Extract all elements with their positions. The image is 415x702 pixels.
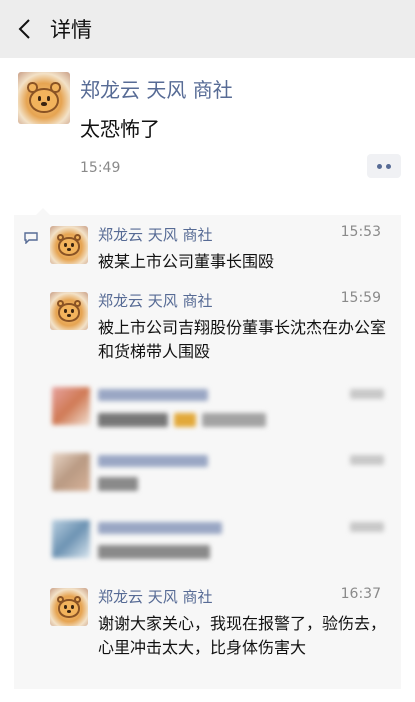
- commenter-avatar[interactable]: [50, 226, 88, 264]
- comments-panel: 郑龙云 天风 商社 15:53 被某上市公司董事长围殴 郑龙云 天风 商社 15…: [14, 208, 401, 689]
- post-timestamp: 15:49: [80, 160, 121, 176]
- comment-timestamp: 15:53: [340, 224, 381, 240]
- blurred-comment: [50, 451, 390, 507]
- comment-text: 谢谢大家关心，我现在报警了，验伤去，心里冲击太大，比身体伤害大: [98, 614, 387, 657]
- page-title: 详情: [50, 18, 92, 42]
- comment-item: 郑龙云 天风 商社 15:53 被某上市公司董事长围殴: [50, 224, 390, 276]
- blurred-avatar: [52, 387, 90, 425]
- top-nav-bar: 详情: [0, 0, 415, 58]
- blurred-avatar: [52, 520, 90, 558]
- comment-timestamp: 16:37: [340, 586, 381, 602]
- moment-post: 郑龙云 天风 商社 太恐怖了 15:49 郑龙云 天风 商社 15:53 被某上…: [0, 58, 415, 702]
- comment-text: 被某上市公司董事长围殴: [98, 252, 275, 271]
- commenter-avatar[interactable]: [50, 588, 88, 626]
- post-text: 太恐怖了: [80, 117, 160, 141]
- more-dots-icon: [377, 164, 382, 169]
- comment-text: 被上市公司吉翔股份董事长沈杰在办公室和货梯带人围殴: [98, 318, 387, 361]
- blurred-comment: [50, 518, 390, 574]
- commenter-name[interactable]: 郑龙云 天风 商社: [98, 586, 213, 607]
- post-author-name[interactable]: 郑龙云 天风 商社: [80, 74, 233, 103]
- comment-timestamp: 15:59: [340, 290, 381, 306]
- blurred-comment: [50, 385, 390, 441]
- author-avatar[interactable]: [18, 72, 70, 124]
- comment-icon: [24, 232, 38, 244]
- blurred-avatar: [52, 453, 90, 491]
- commenter-name[interactable]: 郑龙云 天风 商社: [98, 224, 213, 245]
- commenter-name[interactable]: 郑龙云 天风 商社: [98, 290, 213, 311]
- commenter-avatar[interactable]: [50, 292, 88, 330]
- more-actions-button[interactable]: [367, 154, 401, 178]
- comment-item: 郑龙云 天风 商社 16:37 谢谢大家关心，我现在报警了，验伤去，心里冲击太大…: [50, 586, 390, 684]
- comment-item: 郑龙云 天风 商社 15:59 被上市公司吉翔股份董事长沈杰在办公室和货梯带人围…: [50, 290, 390, 368]
- chevron-left-icon[interactable]: [14, 17, 38, 41]
